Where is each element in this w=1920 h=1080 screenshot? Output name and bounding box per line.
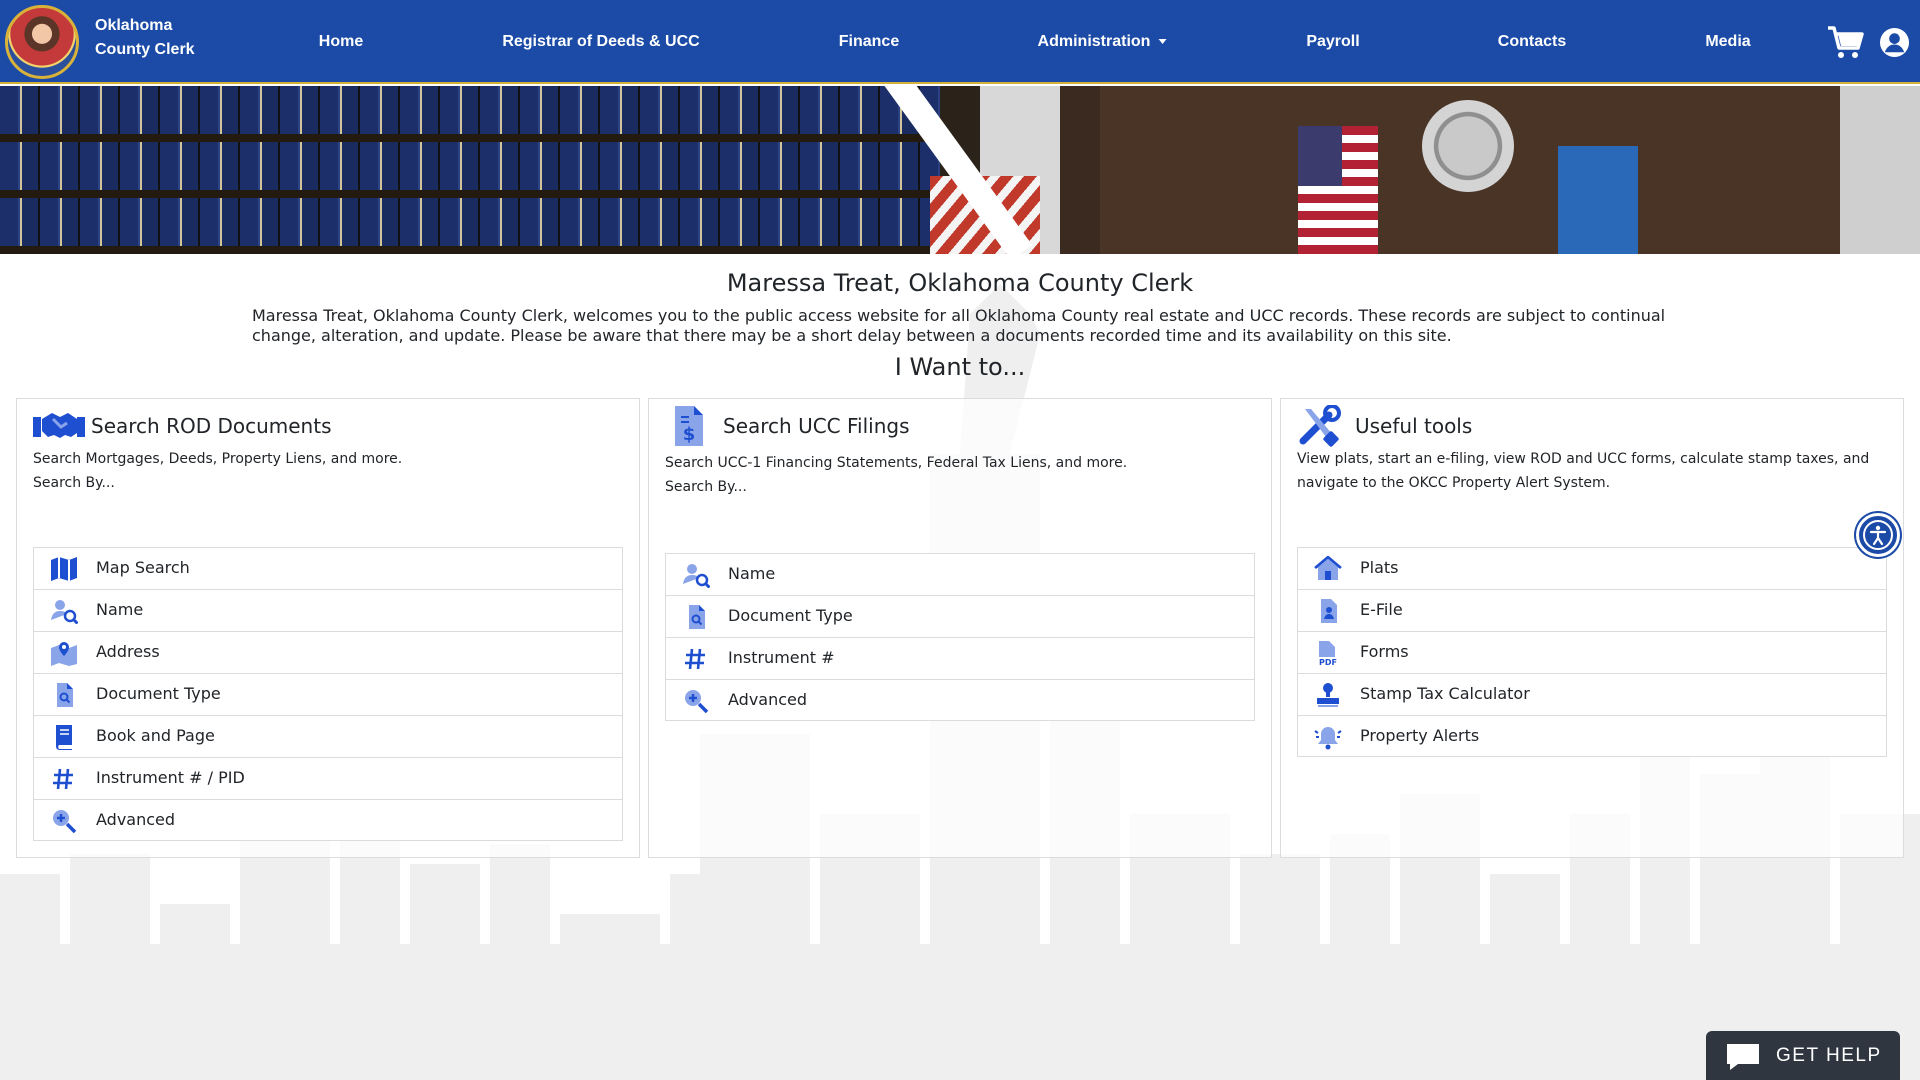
tool-efile[interactable]: E-File <box>1297 589 1887 631</box>
map-icon <box>51 557 77 581</box>
pdf-icon: PDF <box>1319 641 1337 666</box>
oklahoma-flag-image <box>1558 146 1638 254</box>
rod-book-and-page[interactable]: Book and Page <box>33 715 623 757</box>
card-title-ucc: Search UCC Filings <box>723 414 910 438</box>
top-navbar: Oklahoma County Clerk Home Registrar of … <box>0 0 1920 84</box>
cart-icon[interactable] <box>1826 24 1864 60</box>
accessibility-button[interactable] <box>1856 513 1900 557</box>
nav-registrar-of-deeds[interactable]: Registrar of Deeds & UCC <box>502 30 699 54</box>
get-help-label: GET HELP <box>1776 1045 1882 1066</box>
card-title-rod: Search ROD Documents <box>91 414 332 438</box>
file-user-icon <box>1321 599 1337 623</box>
tool-plats[interactable]: Plats <box>1297 547 1887 589</box>
page-title: Maressa Treat, Oklahoma County Clerk <box>726 269 1194 297</box>
bell-icon <box>1314 727 1342 750</box>
hashtag-icon <box>53 768 73 790</box>
rod-advanced-label: Advanced <box>96 810 176 829</box>
county-seal-image <box>1422 100 1514 192</box>
zoom-in-icon <box>53 810 77 834</box>
brand-line-2: County Clerk <box>95 41 195 58</box>
file-search-icon <box>57 683 73 707</box>
card-search-ucc: $ Search UCC Filings Search UCC-1 Financ… <box>648 398 1272 858</box>
svg-text:$: $ <box>683 424 696 445</box>
rod-map-search[interactable]: Map Search <box>33 547 623 589</box>
hero-banner <box>0 86 1920 254</box>
rod-map-search-label: Map Search <box>96 558 190 577</box>
tool-plats-label: Plats <box>1360 558 1399 577</box>
book-icon <box>55 725 72 750</box>
card-desc-tools: View plats, start an e-filing, view ROD … <box>1297 451 1870 491</box>
file-search-icon <box>689 605 705 629</box>
welcome-text: Maressa Treat, Oklahoma County Clerk, we… <box>252 306 1666 345</box>
rod-book-and-page-label: Book and Page <box>96 726 215 745</box>
ucc-search-list: Name Document Type Instrument # Advanced <box>665 553 1255 721</box>
tool-stamp-tax-calculator-label: Stamp Tax Calculator <box>1360 684 1530 703</box>
card-useful-tools: Useful tools View plats, start an e-fili… <box>1280 398 1904 858</box>
brand-line-1: Oklahoma <box>95 17 173 34</box>
file-dollar-icon: $ <box>675 406 703 446</box>
home-icon <box>1314 556 1342 580</box>
rod-address[interactable]: Address <box>33 631 623 673</box>
ucc-name-label: Name <box>728 564 776 583</box>
rod-instrument-pid-label: Instrument # / PID <box>96 768 245 787</box>
ucc-document-type-label: Document Type <box>728 606 853 625</box>
us-flag-image <box>1298 126 1378 254</box>
ucc-advanced[interactable]: Advanced <box>665 679 1255 721</box>
card-desc-ucc: Search UCC-1 Financing Statements, Feder… <box>665 455 1128 471</box>
tool-forms[interactable]: PDF Forms <box>1297 631 1887 673</box>
nav-media[interactable]: Media <box>1705 30 1750 54</box>
get-help-button[interactable]: GET HELP <box>1706 1031 1900 1080</box>
nav-contacts[interactable]: Contacts <box>1498 30 1566 54</box>
zoom-in-icon <box>685 690 709 714</box>
rod-search-list: Map Search Name Address Document Type Bo… <box>33 547 623 841</box>
user-circle-icon[interactable] <box>1879 27 1910 58</box>
tool-property-alerts[interactable]: Property Alerts <box>1297 715 1887 757</box>
card-search-rod: Search ROD Documents Search Mortgages, D… <box>16 398 640 858</box>
brand-name[interactable]: Oklahoma County Clerk <box>95 14 195 62</box>
ucc-advanced-label: Advanced <box>728 690 808 709</box>
section-heading: I Want to... <box>894 353 1026 381</box>
rod-document-type-label: Document Type <box>96 684 221 703</box>
user-search-icon <box>683 564 710 588</box>
nav-administration[interactable]: Administration <box>1038 30 1167 54</box>
record-books-image <box>0 86 940 254</box>
caret-down-icon <box>1158 39 1167 45</box>
ucc-document-type[interactable]: Document Type <box>665 595 1255 637</box>
card-desc-rod: Search Mortgages, Deeds, Property Liens,… <box>33 451 403 467</box>
svg-text:PDF: PDF <box>1319 658 1337 666</box>
stamp-icon <box>1317 683 1339 707</box>
nav-payroll[interactable]: Payroll <box>1306 30 1359 54</box>
nav-finance[interactable]: Finance <box>839 30 899 54</box>
user-search-icon <box>51 600 78 624</box>
handshake-icon <box>33 413 85 438</box>
rod-instrument-pid[interactable]: Instrument # / PID <box>33 757 623 799</box>
rod-advanced[interactable]: Advanced <box>33 799 623 841</box>
ucc-name[interactable]: Name <box>665 553 1255 595</box>
rod-name[interactable]: Name <box>33 589 623 631</box>
tools-list: Plats E-File PDF Forms Stamp Tax Calcula… <box>1297 547 1887 757</box>
accessibility-icon <box>1863 520 1893 550</box>
tool-forms-label: Forms <box>1360 642 1409 661</box>
tool-efile-label: E-File <box>1360 600 1403 619</box>
nav-administration-label: Administration <box>1037 33 1151 50</box>
hashtag-icon <box>685 648 705 670</box>
tool-stamp-tax-calculator[interactable]: Stamp Tax Calculator <box>1297 673 1887 715</box>
card-title-tools: Useful tools <box>1355 414 1473 438</box>
rod-name-label: Name <box>96 600 144 619</box>
ucc-instrument-label: Instrument # <box>728 648 835 667</box>
clerk-portrait-logo[interactable] <box>5 5 79 79</box>
card-searchby-ucc: Search By... <box>665 479 747 495</box>
card-searchby-rod: Search By... <box>33 475 115 491</box>
tool-property-alerts-label: Property Alerts <box>1360 726 1480 745</box>
rod-document-type[interactable]: Document Type <box>33 673 623 715</box>
chat-bubble-icon <box>1727 1044 1759 1070</box>
nav-home[interactable]: Home <box>319 30 363 54</box>
rod-address-label: Address <box>96 642 160 661</box>
ucc-instrument[interactable]: Instrument # <box>665 637 1255 679</box>
map-pin-icon <box>51 642 77 666</box>
tools-icon <box>1299 405 1341 447</box>
